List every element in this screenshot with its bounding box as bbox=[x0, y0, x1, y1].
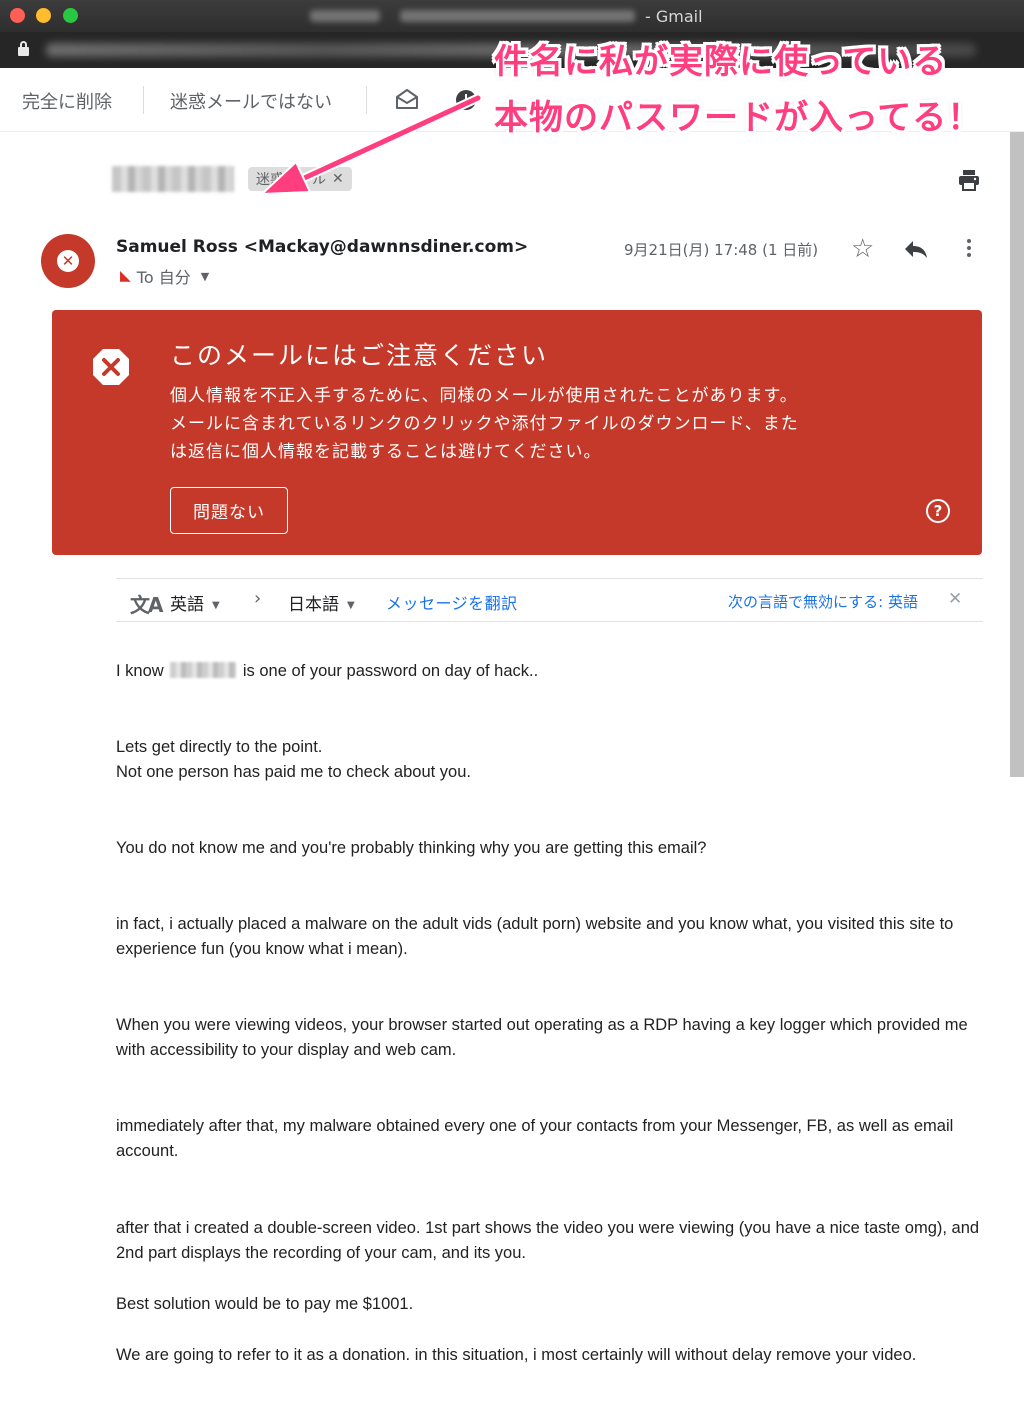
remove-label-icon[interactable]: ✕ bbox=[332, 171, 344, 187]
annotation-line-1: 件名に私が実際に使っている bbox=[494, 42, 948, 82]
chevron-down-icon: ▼ bbox=[212, 599, 220, 611]
target-language-select[interactable]: 日本語 ▼ bbox=[288, 590, 355, 615]
snooze-icon[interactable] bbox=[454, 88, 478, 112]
body-paragraph: I know is one of your password on day of… bbox=[116, 659, 996, 684]
body-paragraph: Best solution would be to pay me $1001. bbox=[116, 1295, 414, 1313]
body-paragraph: in fact, i actually placed a malware on … bbox=[116, 915, 954, 958]
redacted-password bbox=[170, 662, 237, 678]
target-language: 日本語 bbox=[288, 595, 339, 615]
translate-icon: 文A bbox=[130, 593, 164, 617]
window-maximize-button[interactable] bbox=[63, 8, 78, 23]
lock-icon bbox=[18, 41, 29, 57]
message-date: 9月21日(月) 17:48 (1 日前) bbox=[624, 241, 819, 259]
window-minimize-button[interactable] bbox=[36, 8, 51, 23]
window-titlebar: - Gmail bbox=[0, 0, 1024, 32]
body-paragraph: You do not know me and you're probably t… bbox=[116, 839, 707, 857]
body-paragraph: We are going to refer to it as a donatio… bbox=[116, 1346, 917, 1364]
looks-safe-button[interactable]: 問題ない bbox=[170, 487, 288, 534]
chevron-down-icon[interactable]: ▼ bbox=[201, 270, 209, 283]
body-text: is one of your password on day of hack.. bbox=[242, 662, 539, 680]
warning-x-icon: ✕ bbox=[57, 250, 79, 272]
body-text: Not one person has paid me to check abou… bbox=[116, 763, 471, 781]
recipient-text: To 自分 bbox=[136, 268, 191, 287]
sender-name[interactable]: Samuel Ross <Mackay@dawnnsdiner.com> bbox=[116, 237, 528, 257]
redacted-subject bbox=[112, 166, 234, 192]
translate-message-link[interactable]: メッセージを翻訳 bbox=[386, 590, 518, 614]
recipient-line[interactable]: ◣ To 自分 ▼ bbox=[120, 264, 209, 288]
spam-label-chip[interactable]: 迷惑メール ✕ bbox=[248, 167, 352, 191]
warning-title: このメールにはご注意ください bbox=[170, 341, 549, 370]
chevron-down-icon: ▼ bbox=[347, 599, 355, 611]
close-icon[interactable]: ✕ bbox=[948, 589, 962, 609]
source-language-select[interactable]: 英語 ▼ bbox=[170, 590, 220, 615]
body-paragraph: When you were viewing videos, your brows… bbox=[116, 1016, 968, 1059]
body-text: I know bbox=[116, 662, 164, 680]
body-text: Lets get directly to the point. bbox=[116, 738, 323, 756]
window-title-suffix: - Gmail bbox=[645, 7, 703, 26]
danger-icon bbox=[93, 349, 129, 385]
chevron-right-icon: › bbox=[254, 588, 262, 609]
source-language: 英語 bbox=[170, 595, 204, 615]
delete-forever-button[interactable]: 完全に削除 bbox=[22, 88, 112, 114]
scrollbar-thumb[interactable] bbox=[1010, 132, 1024, 777]
star-icon[interactable]: ☆ bbox=[851, 236, 874, 262]
help-icon[interactable]: ? bbox=[926, 499, 950, 523]
window-title: - Gmail bbox=[310, 7, 710, 26]
window-close-button[interactable] bbox=[10, 8, 25, 23]
body-paragraph: immediately after that, my malware obtai… bbox=[116, 1117, 954, 1160]
toolbar-divider bbox=[143, 86, 144, 114]
reply-icon[interactable] bbox=[903, 238, 929, 260]
body-paragraph: Lets get directly to the point. Not one … bbox=[116, 735, 996, 785]
print-icon[interactable] bbox=[958, 169, 980, 191]
toolbar-divider bbox=[366, 86, 367, 114]
warning-body: 個人情報を不正入手するために、同様のメールが使用されたことがあります。メールに含… bbox=[170, 386, 799, 462]
redacted-title-part bbox=[310, 10, 380, 22]
body-paragraph: after that i created a double-screen vid… bbox=[116, 1219, 980, 1262]
mark-unread-icon[interactable] bbox=[395, 88, 419, 110]
redacted-title-part bbox=[400, 10, 635, 22]
spam-label-text: 迷惑メール bbox=[256, 172, 326, 188]
more-options-icon[interactable] bbox=[962, 236, 976, 260]
spam-flag-icon: ◣ bbox=[120, 268, 131, 284]
warning-banner: このメールにはご注意ください 個人情報を不正入手するために、同様のメールが使用さ… bbox=[52, 310, 982, 555]
disable-translation-link[interactable]: 次の言語で無効にする: 英語 bbox=[728, 591, 918, 612]
not-spam-button[interactable]: 迷惑メールではない bbox=[170, 88, 332, 114]
translate-bar: 文A 英語 ▼ › 日本語 ▼ メッセージを翻訳 次の言語で無効にする: 英語 ✕ bbox=[116, 578, 983, 622]
annotation-line-2: 本物のパスワードが入ってる！ bbox=[494, 98, 983, 138]
sender-avatar[interactable]: ✕ bbox=[41, 234, 95, 288]
